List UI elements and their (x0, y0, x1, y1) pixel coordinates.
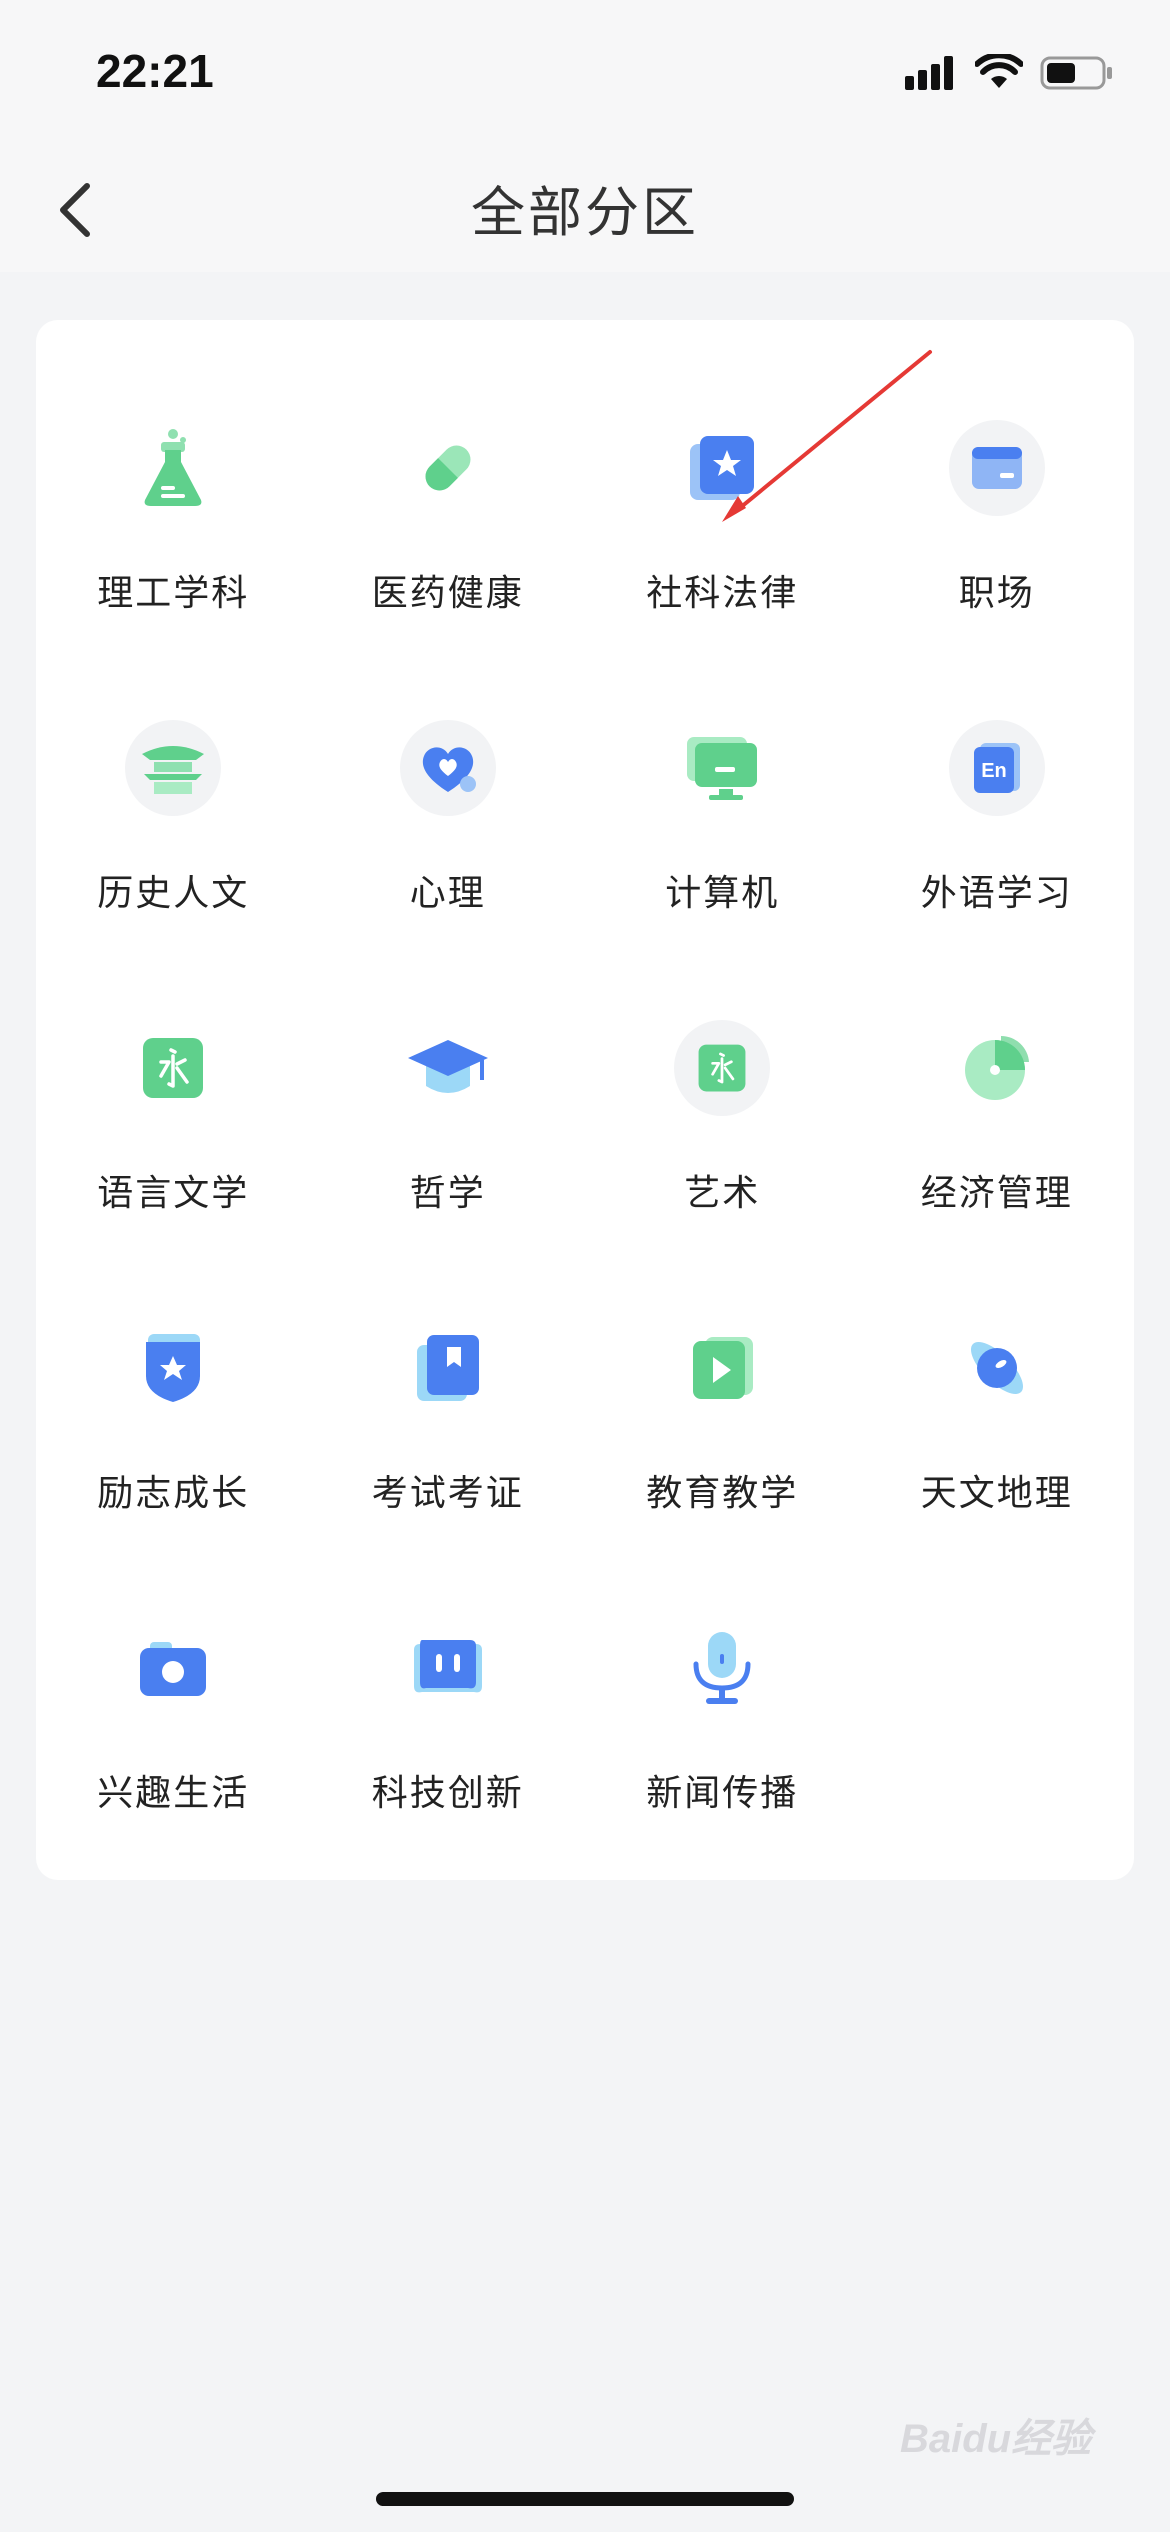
heart-icon (399, 720, 496, 816)
wifi-icon (975, 54, 1023, 88)
category-item[interactable]: 天文地理 (860, 1300, 1135, 1600)
pavilion-icon (125, 720, 222, 816)
category-item[interactable]: 历史人文 (36, 700, 311, 1000)
status-time: 22:21 (96, 45, 214, 97)
category-label: 教育教学 (646, 1473, 799, 1514)
category-item[interactable]: 新闻传播 (585, 1600, 860, 1900)
category-label: 兴趣生活 (97, 1773, 250, 1814)
category-label: 医药健康 (371, 573, 524, 614)
robot-icon (400, 1620, 496, 1716)
yong-character-icon (674, 1020, 771, 1116)
category-item[interactable]: 艺术 (585, 1000, 860, 1300)
category-item[interactable]: 励志成长 (36, 1300, 311, 1600)
monitor-icon (674, 720, 770, 816)
category-item[interactable]: 心理 (311, 700, 586, 1000)
star-card-icon (674, 420, 770, 516)
category-label: 计算机 (665, 873, 780, 914)
yong-character-icon (125, 1020, 221, 1116)
category-label: 语言文学 (97, 1173, 250, 1214)
graduation-cap-icon (400, 1020, 496, 1116)
category-label: 职场 (958, 573, 1035, 614)
category-label: 天文地理 (920, 1473, 1073, 1514)
category-item[interactable]: 理工学科 (36, 400, 311, 700)
pill-icon (400, 420, 496, 516)
category-label: 考试考证 (371, 1473, 524, 1514)
page-title: 全部分区 (471, 181, 699, 244)
play-icon (674, 1320, 770, 1416)
category-label: 励志成长 (97, 1473, 250, 1514)
category-grid: 理工学科 医药健康 社科法律 职场 历史人文 心理 计算机 En 外语学习 语言… (36, 400, 1134, 1900)
category-item[interactable]: 兴趣生活 (36, 1600, 311, 1900)
top-bar: 22:21 全部分区 (0, 0, 1170, 272)
category-label: 心理 (409, 873, 486, 914)
battery-icon (1040, 56, 1112, 90)
category-item[interactable]: 医药健康 (311, 400, 586, 700)
category-label: 社科法律 (646, 573, 799, 614)
category-item[interactable]: 职场 (860, 400, 1135, 700)
watermark: Baidu经验 (900, 2417, 1092, 2461)
category-item[interactable]: 教育教学 (585, 1300, 860, 1600)
flask-icon (125, 420, 221, 516)
en-book-icon: En (948, 720, 1045, 816)
svg-text:En: En (981, 760, 1007, 782)
shield-star-icon (125, 1320, 221, 1416)
category-item[interactable]: 经济管理 (860, 1000, 1135, 1300)
category-item[interactable]: 计算机 (585, 700, 860, 1000)
category-item[interactable]: 考试考证 (311, 1300, 586, 1600)
category-card: 理工学科 医药健康 社科法律 职场 历史人文 心理 计算机 En 外语学习 语言… (36, 320, 1134, 1880)
category-label: 历史人文 (97, 873, 250, 914)
planet-icon (949, 1320, 1045, 1416)
card-icon (948, 420, 1045, 516)
home-indicator[interactable] (376, 2492, 794, 2506)
cellular-signal-icon (905, 56, 953, 90)
category-item[interactable]: 哲学 (311, 1000, 586, 1300)
category-item[interactable]: 科技创新 (311, 1600, 586, 1900)
pie-chart-icon (949, 1020, 1045, 1116)
category-label: 经济管理 (920, 1173, 1073, 1214)
camera-icon (125, 1620, 221, 1716)
category-label: 外语学习 (920, 873, 1073, 914)
microphone-icon (674, 1620, 770, 1716)
category-label: 理工学科 (97, 573, 250, 614)
category-item[interactable]: 语言文学 (36, 1000, 311, 1300)
category-item[interactable]: En 外语学习 (860, 700, 1135, 1000)
category-item[interactable]: 社科法律 (585, 400, 860, 700)
category-label: 哲学 (409, 1173, 486, 1214)
bookmark-book-icon (400, 1320, 496, 1416)
category-label: 科技创新 (371, 1773, 524, 1814)
category-label: 新闻传播 (646, 1773, 799, 1814)
category-label: 艺术 (684, 1173, 761, 1214)
